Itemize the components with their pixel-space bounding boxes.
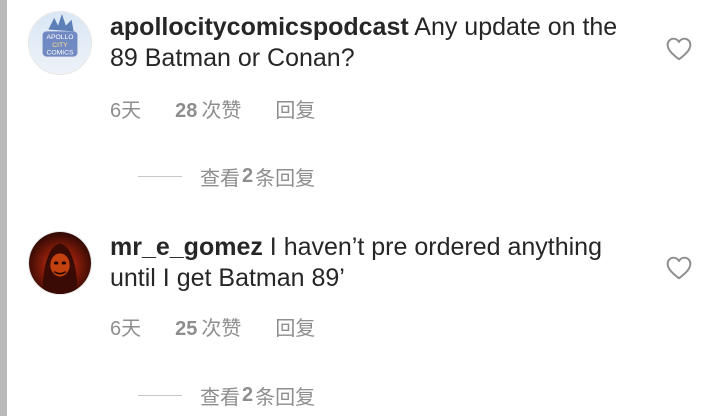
view-replies-prefix: 查看 bbox=[200, 168, 240, 190]
likes-suffix: 次赞 bbox=[201, 100, 242, 122]
replies-divider bbox=[138, 176, 182, 177]
comment-time: 6天 bbox=[110, 100, 142, 122]
view-replies-suffix: 条回复 bbox=[255, 387, 316, 409]
comment-text: apollocitycomicspodcast Any update on th… bbox=[110, 12, 650, 74]
likes-number: 28 bbox=[175, 100, 198, 122]
heart-outline-icon bbox=[666, 256, 692, 280]
comment-meta: 6天 25 次赞 回复 bbox=[110, 312, 315, 341]
replies-divider bbox=[138, 395, 182, 396]
reply-button[interactable]: 回复 bbox=[275, 94, 315, 123]
view-replies-count: 2 bbox=[242, 384, 254, 406]
reply-button[interactable]: 回复 bbox=[275, 312, 315, 341]
view-replies-button[interactable]: 查看 2 条回复 bbox=[138, 162, 315, 191]
comment-text: mr_e_gomez I haven’t pre ordered anythin… bbox=[110, 232, 650, 294]
comment-username[interactable]: mr_e_gomez bbox=[110, 233, 263, 261]
likes-count[interactable]: 25 次赞 bbox=[175, 312, 241, 341]
view-replies-prefix: 查看 bbox=[200, 387, 240, 409]
avatar[interactable] bbox=[28, 231, 92, 295]
likes-count[interactable]: 28 次赞 bbox=[175, 94, 241, 123]
svg-text:COMICS: COMICS bbox=[46, 50, 74, 57]
comment-time: 6天 bbox=[110, 318, 142, 340]
window-edge bbox=[0, 0, 7, 416]
view-replies-button[interactable]: 查看 2 条回复 bbox=[138, 381, 315, 410]
likes-number: 25 bbox=[175, 318, 198, 340]
comment-username[interactable]: apollocitycomicspodcast bbox=[110, 13, 409, 41]
likes-suffix: 次赞 bbox=[201, 318, 242, 340]
svg-text:APOLLO: APOLLO bbox=[46, 34, 73, 41]
comment-meta: 6天 28 次赞 回复 bbox=[110, 94, 315, 123]
avatar[interactable]: APOLLO CITY COMICS bbox=[28, 11, 92, 75]
svg-text:CITY: CITY bbox=[52, 42, 68, 49]
view-replies-count: 2 bbox=[242, 165, 254, 187]
like-button[interactable] bbox=[666, 37, 692, 61]
view-replies-suffix: 条回复 bbox=[255, 168, 316, 190]
like-button[interactable] bbox=[666, 256, 692, 280]
heart-outline-icon bbox=[666, 37, 692, 61]
